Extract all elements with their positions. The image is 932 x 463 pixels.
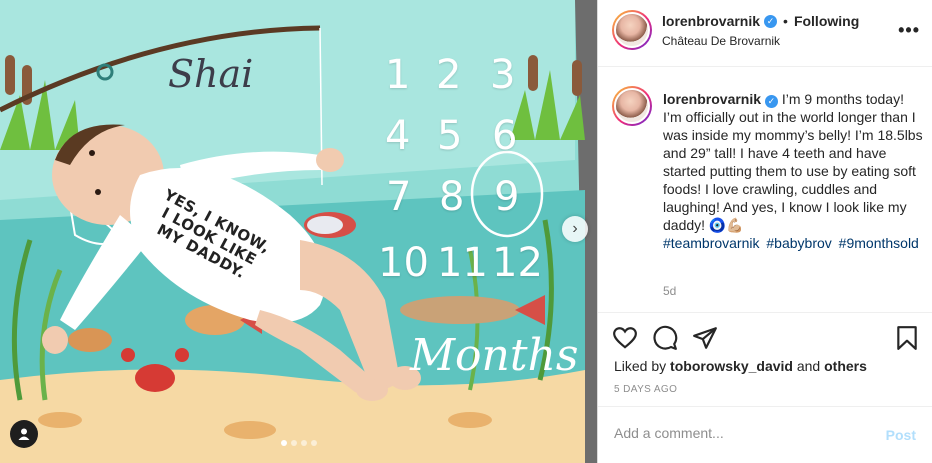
action-bar (598, 312, 932, 362)
comment-input[interactable] (614, 425, 854, 441)
carousel-dot (291, 440, 297, 446)
month-number-11: 11 (437, 240, 488, 286)
post-caption: lorenbrovarnik ✓ I’m 9 months today! I’m… (663, 90, 925, 234)
avatar[interactable] (612, 10, 652, 50)
likes-prefix: Liked by (614, 358, 667, 374)
carousel-dot (281, 440, 287, 446)
likes-conjunction: and (796, 358, 821, 374)
location-link[interactable]: Château De Brovarnik (662, 34, 780, 48)
tagged-users-button[interactable] (10, 420, 38, 448)
carousel-indicator (281, 440, 317, 446)
hashtag-link[interactable]: #9monthsold (839, 235, 919, 251)
month-number-6: 6 (492, 113, 518, 159)
month-number-12: 12 (492, 240, 543, 286)
header-user-line: lorenbrovarnik ✓ • Following (662, 13, 859, 29)
comment-bar: Post (598, 406, 932, 463)
following-button[interactable]: Following (794, 13, 859, 29)
post-timestamp[interactable]: 5 DAYS AGO (614, 384, 677, 395)
month-number-9: 9 (494, 174, 520, 220)
user-icon (18, 428, 30, 440)
carousel-next-button[interactable]: › (562, 216, 588, 242)
hashtag-list: #teambrovarnik #babybrov #9monthsold (663, 234, 925, 252)
caption-age: 5d (663, 284, 677, 298)
header-separator: • (783, 13, 788, 29)
caption-avatar[interactable] (612, 86, 652, 126)
liked-by-user-link[interactable]: toborowsky_david (670, 358, 793, 374)
post-comment-button[interactable]: Post (886, 427, 916, 443)
month-number-5: 5 (437, 113, 463, 159)
bookmark-icon[interactable] (894, 325, 920, 351)
heart-icon[interactable] (612, 325, 638, 351)
months-word: Months (410, 330, 579, 381)
hashtag-link[interactable]: #babybrov (766, 235, 831, 251)
month-number-1: 1 (385, 52, 411, 98)
share-icon[interactable] (692, 325, 718, 351)
blanket-name: Shai (168, 52, 254, 96)
month-number-3: 3 (490, 52, 516, 98)
post-header: lorenbrovarnik ✓ • Following Château De … (598, 0, 932, 67)
carousel-dot (301, 440, 307, 446)
post-details-panel: lorenbrovarnik ✓ • Following Château De … (598, 0, 932, 463)
month-number-7: 7 (386, 174, 412, 220)
carousel-dot (311, 440, 317, 446)
post-photo[interactable]: Shai 1 2 3 4 5 6 7 8 9 10 11 12 Months Y… (0, 0, 597, 463)
caption-text: I’m 9 months today! I’m officially out i… (663, 91, 923, 233)
likes-others-link[interactable]: others (824, 358, 867, 374)
comment-icon[interactable] (652, 325, 678, 351)
verified-badge-icon: ✓ (764, 94, 778, 108)
month-number-10: 10 (378, 240, 429, 286)
hashtag-link[interactable]: #teambrovarnik (663, 235, 760, 251)
month-number-4: 4 (385, 113, 411, 159)
caption-username[interactable]: lorenbrovarnik (663, 91, 761, 107)
likes-summary: Liked by toborowsky_david and others (614, 358, 867, 374)
month-number-8: 8 (439, 174, 465, 220)
verified-badge-icon: ✓ (764, 14, 778, 28)
month-number-2: 2 (436, 52, 462, 98)
more-options-button[interactable]: ••• (898, 20, 920, 41)
chevron-right-icon: › (572, 220, 578, 237)
header-username[interactable]: lorenbrovarnik (662, 13, 760, 29)
